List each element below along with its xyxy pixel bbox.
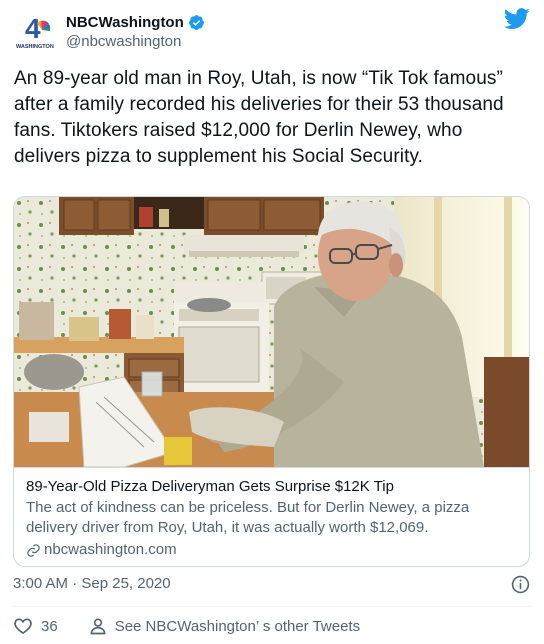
author-names: NBCWashington @nbcwashington [66,12,205,50]
heart-icon[interactable] [13,616,33,636]
tweet-timestamp[interactable]: 3:00 AM · Sep 25, 2020 [13,575,171,592]
card-body[interactable]: 89-Year-Old Pizza Deliveryman Gets Surpr… [14,467,529,566]
display-name[interactable]: NBCWashington [66,14,184,31]
svg-text:4: 4 [25,13,41,44]
card-image[interactable] [14,197,529,467]
avatar[interactable]: 4 WASHINGTON [12,8,58,54]
card-domain-text[interactable]: nbcwashington.com [44,540,177,560]
like-count[interactable]: 36 [41,618,58,635]
link-icon [26,543,41,558]
card-title[interactable]: 89-Year-Old Pizza Deliveryman Gets Surpr… [26,477,519,497]
tweet-text: An 89-year old man in Roy, Utah, is now … [14,68,504,167]
verified-badge-icon [188,14,205,31]
tweet-footer: 36 See NBCWashington’ s other Tweets [13,614,360,638]
link-card[interactable]: 89-Year-Old Pizza Deliveryman Gets Surpr… [13,196,530,567]
info-icon[interactable] [511,575,530,594]
tweet-header: 4 WASHINGTON NBCWashington @nbcwashingto… [12,8,532,54]
person-icon [88,616,108,636]
avatar-text: WASHINGTON [16,44,54,50]
see-other-tweets-link[interactable]: See NBCWashington’ s other Tweets [115,618,360,635]
twitter-bird-icon[interactable] [503,8,530,30]
handle[interactable]: @nbcwashington [66,33,205,50]
card-domain[interactable]: nbcwashington.com [26,540,519,560]
card-description: The act of kindness can be priceless. Bu… [26,499,470,536]
divider [12,606,532,607]
